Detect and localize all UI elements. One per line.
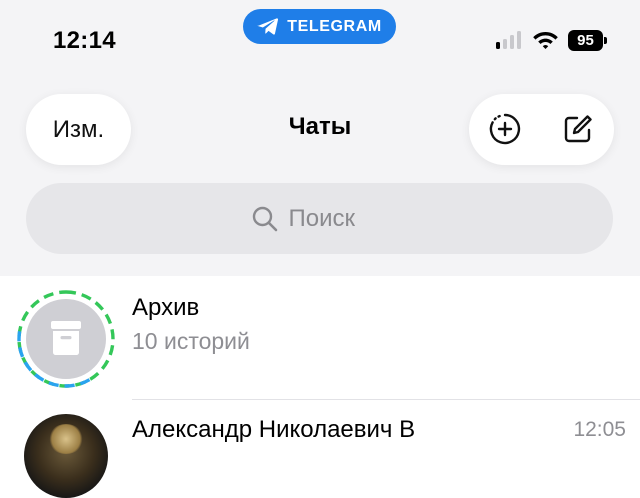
archive-title: Архив bbox=[132, 294, 200, 321]
archive-box-icon bbox=[51, 321, 81, 355]
chat-time: 12:05 bbox=[573, 418, 626, 441]
avatar-emblem bbox=[48, 424, 84, 454]
avatar bbox=[24, 414, 108, 498]
cellular-signal-icon bbox=[496, 31, 521, 49]
add-circle-dashed-icon[interactable] bbox=[488, 112, 522, 146]
telegram-plane-icon bbox=[257, 18, 279, 35]
header-actions-group bbox=[469, 94, 614, 165]
chat-list-item[interactable]: Александр Николаевич В 12:05 bbox=[0, 400, 640, 498]
telegram-pill-label: TELEGRAM bbox=[287, 17, 382, 35]
status-time: 12:14 bbox=[53, 27, 116, 54]
archive-avatar bbox=[17, 290, 115, 388]
archive-row[interactable]: Архив 10 историй bbox=[0, 276, 640, 400]
telegram-app-pill[interactable]: TELEGRAM bbox=[243, 9, 396, 44]
search-icon bbox=[252, 206, 277, 231]
wifi-icon bbox=[533, 32, 558, 49]
search-input[interactable] bbox=[288, 204, 389, 233]
battery-indicator: 95 bbox=[568, 30, 607, 51]
chat-name: Александр Николаевич В bbox=[132, 416, 416, 443]
archive-subtitle: 10 историй bbox=[132, 328, 250, 354]
search-bar[interactable] bbox=[26, 183, 613, 254]
compose-icon[interactable] bbox=[561, 112, 595, 146]
